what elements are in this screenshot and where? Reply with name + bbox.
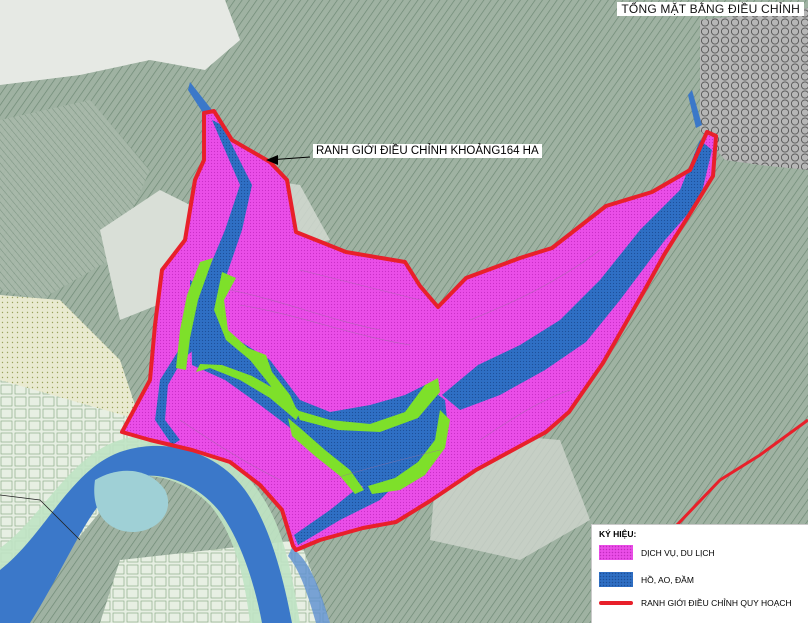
map-viewport[interactable]: TỔNG MẶT BẰNG ĐIỀU CHỈNH RANH GIỚI ĐIỀU … xyxy=(0,0,808,623)
legend-swatch-water xyxy=(599,572,633,587)
legend-label-service: DỊCH VỤ, DU LỊCH xyxy=(641,548,715,558)
legend-label-boundary: RANH GIỚI ĐIỀU CHỈNH QUY HOẠCH xyxy=(641,598,792,608)
legend-swatch-boundary xyxy=(599,601,633,605)
legend-title: KÝ HIỆU: xyxy=(599,529,637,539)
legend: KÝ HIỆU: DỊCH VỤ, DU LỊCH HỒ, AO, ĐẦM RA… xyxy=(591,524,808,623)
legend-swatch-service xyxy=(599,545,633,560)
boundary-callout-label: RANH GIỚI ĐIỀU CHỈNH KHOẢNG164 HA xyxy=(313,144,542,158)
legend-label-water: HỒ, AO, ĐẦM xyxy=(641,575,694,585)
map-title: TỔNG MẶT BẰNG ĐIỀU CHỈNH xyxy=(617,2,804,16)
